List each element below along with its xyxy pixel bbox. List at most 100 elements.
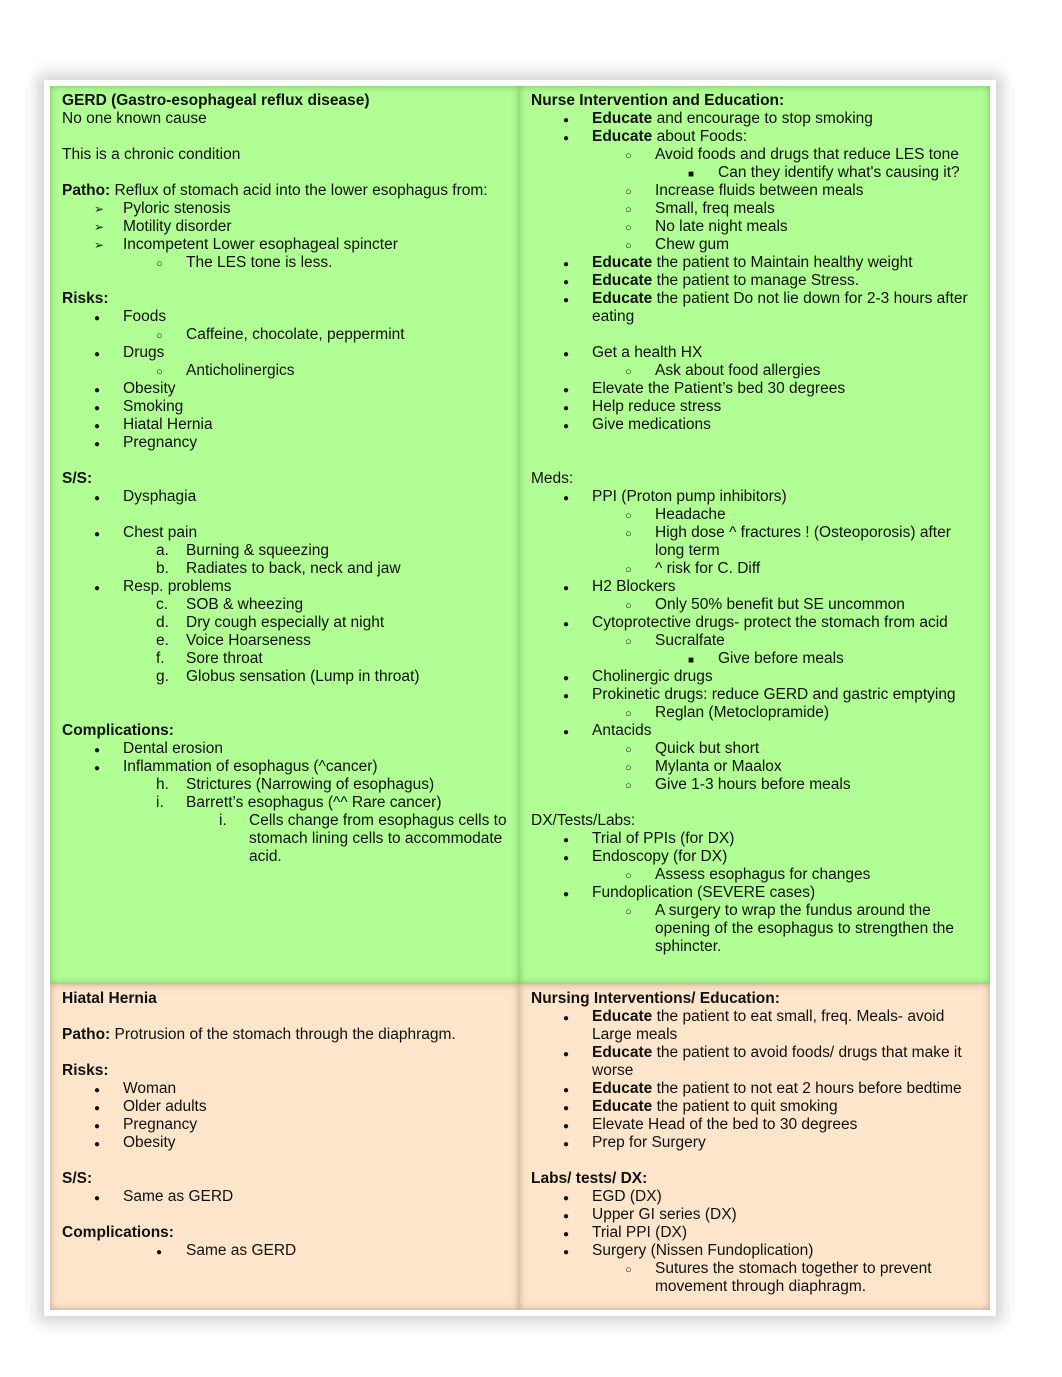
list-item: Resp. problems — [62, 578, 507, 596]
bullet-icon — [156, 1242, 162, 1262]
list-item: Pyloric stenosis — [62, 200, 507, 218]
list-item: Chest pain — [62, 524, 507, 542]
circle-bullet-icon — [625, 182, 632, 201]
bullet-icon — [563, 488, 569, 508]
list-item: Same as GERD — [62, 1188, 507, 1206]
list-item: Prep for Surgery — [531, 1134, 978, 1152]
bullet-icon — [563, 668, 569, 688]
bullet-icon — [563, 1008, 569, 1028]
bullet-icon — [563, 1116, 569, 1136]
list-item: b. Radiates to back, neck and jaw — [156, 560, 401, 577]
bullet-icon — [563, 1080, 569, 1100]
bullet-icon — [563, 830, 569, 850]
list-item: Educate the patient Do not lie down for … — [531, 290, 978, 326]
list-item: h. Strictures (Narrowing of esophagus) — [156, 776, 435, 793]
list-item: Endoscopy (for DX) — [531, 848, 978, 866]
list-item: Can they identify what's causing it? — [531, 164, 978, 182]
circle-bullet-icon — [156, 362, 163, 381]
list-item: g. Globus sensation (Lump in throat) — [156, 668, 420, 685]
list-item: Mylanta or Maalox — [531, 758, 978, 776]
circle-bullet-icon — [625, 506, 632, 525]
circle-bullet-icon — [625, 236, 632, 255]
list-item: Reglan (Metoclopramide) — [531, 704, 978, 722]
list-item: Surgery (Nissen Fundoplication) — [531, 1242, 978, 1260]
list-item: Assess esophagus for changes — [531, 866, 978, 884]
list-item: Sutures the stomach together to prevent … — [531, 1260, 978, 1296]
gerd-comp-label: Complications: — [62, 722, 174, 739]
gerd-title: GERD (Gastro-esophageal reflux disease) — [62, 92, 370, 109]
list-item: Educate and encourage to stop smoking — [531, 110, 978, 128]
list-item: Hiatal Hernia — [62, 416, 507, 434]
list-item: Dental erosion — [62, 740, 507, 758]
circle-bullet-icon — [625, 704, 632, 723]
list-item: High dose ^ fractures ! (Osteoporosis) a… — [531, 524, 978, 560]
bullet-icon — [94, 758, 100, 778]
list-item: EGD (DX) — [531, 1188, 978, 1206]
hiatal-risks-label: Risks: — [62, 1062, 109, 1079]
list-item: Obesity — [62, 380, 507, 398]
bullet-icon — [94, 1098, 100, 1118]
bullet-icon — [94, 740, 100, 760]
gerd-risks-label: Risks: — [62, 290, 109, 307]
bullet-icon — [563, 848, 569, 868]
list-item: No late night meals — [531, 218, 978, 236]
list-item: Incompetent Lower esophageal spincter — [62, 236, 507, 254]
list-item: Elevate the Patient’s bed 30 degrees — [531, 380, 978, 398]
bullet-icon — [563, 1044, 569, 1064]
bullet-icon — [563, 1206, 569, 1226]
circle-bullet-icon — [625, 1260, 632, 1279]
list-item: Cholinergic drugs — [531, 668, 978, 686]
list-item: Woman — [62, 1080, 507, 1098]
list-item: Same as GERD — [62, 1242, 507, 1260]
list-item: Pregnancy — [62, 434, 507, 452]
circle-bullet-icon — [625, 776, 632, 795]
bullet-icon — [94, 578, 100, 598]
list-item: Smoking — [62, 398, 507, 416]
list-item: Motility disorder — [62, 218, 507, 236]
list-item: Obesity — [62, 1134, 507, 1152]
list-item: Drugs — [62, 344, 507, 362]
list-item: f. Sore throat — [156, 650, 263, 667]
bullet-icon — [563, 686, 569, 706]
list-item: Ask about food allergies — [531, 362, 978, 380]
bullet-icon — [94, 1134, 100, 1154]
list-item: Chew gum — [531, 236, 978, 254]
dx-label: DX/Tests/Labs: — [531, 812, 636, 829]
list-item: Caffeine, chocolate, peppermint — [62, 326, 507, 344]
bullet-icon — [563, 1134, 569, 1154]
bullet-icon — [563, 722, 569, 742]
list-item: Inflammation of esophagus (^cancer) — [62, 758, 507, 776]
gerd-patho: Patho: Reflux of stomach acid into the l… — [62, 182, 488, 199]
list-item: Elevate Head of the bed to 30 degrees — [531, 1116, 978, 1134]
bullet-icon — [563, 344, 569, 364]
list-item: H2 Blockers — [531, 578, 978, 596]
circle-bullet-icon — [625, 362, 632, 381]
list-item: Dysphagia — [62, 488, 507, 506]
list-item: Cytoprotective drugs- protect the stomac… — [531, 614, 978, 632]
gerd-cause: No one known cause — [62, 110, 207, 127]
meds-label: Meds: — [531, 470, 574, 487]
bullet-icon — [563, 578, 569, 598]
bullet-icon — [563, 416, 569, 436]
circle-bullet-icon — [625, 902, 632, 921]
hiatal-ss-label: S/S: — [62, 1170, 93, 1187]
circle-bullet-icon — [156, 326, 163, 345]
list-item: Increase fluids between meals — [531, 182, 978, 200]
list-item: Help reduce stress — [531, 398, 978, 416]
hiatal-title: Hiatal Hernia — [62, 990, 157, 1007]
list-item: Small, freq meals — [531, 200, 978, 218]
list-item: Educate the patient to not eat 2 hours b… — [531, 1080, 978, 1098]
square-bullet-icon — [688, 650, 694, 670]
arrow-bullet-icon — [94, 218, 104, 236]
bullet-icon — [563, 110, 569, 130]
list-item: Sucralfate — [531, 632, 978, 650]
bullet-icon — [563, 1188, 569, 1208]
list-item: Only 50% benefit but SE uncommon — [531, 596, 978, 614]
list-item: Get a health HX — [531, 344, 978, 362]
bullet-icon — [94, 524, 100, 544]
list-item: Trial of PPIs (for DX) — [531, 830, 978, 848]
hiatal-patho: Patho: Protrusion of the stomach through… — [62, 1026, 456, 1043]
list-item: The LES tone is less. — [62, 254, 507, 272]
bullet-icon — [563, 884, 569, 904]
bullet-icon — [563, 1242, 569, 1262]
